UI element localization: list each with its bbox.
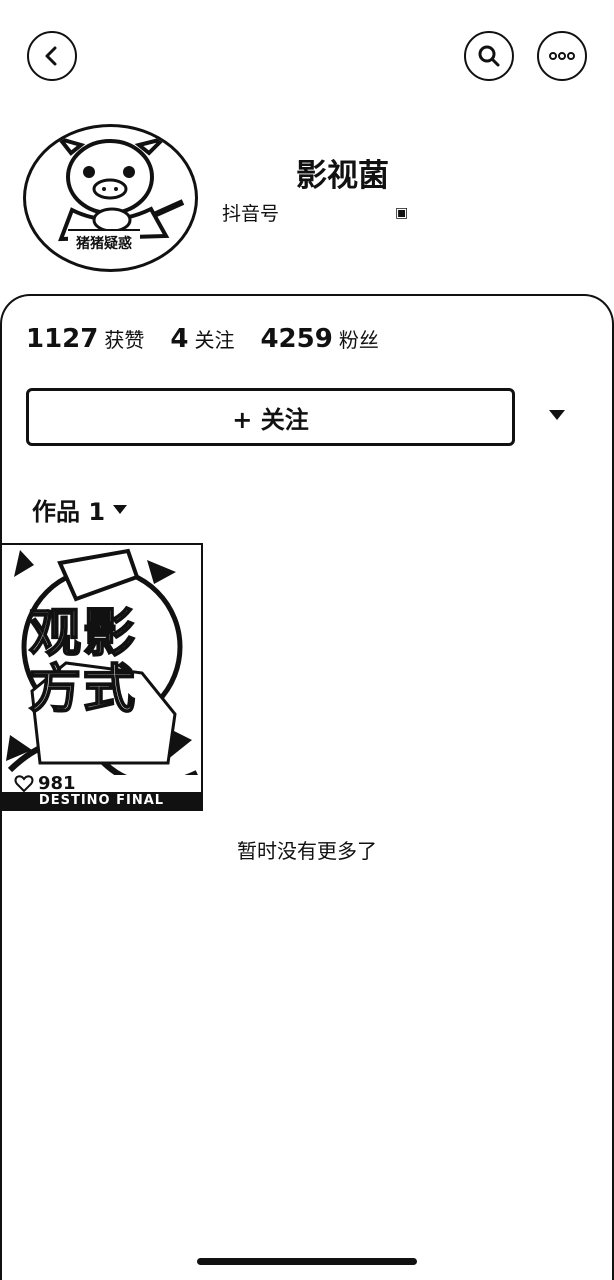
more-icon bbox=[549, 52, 575, 60]
dropdown-caret-icon[interactable] bbox=[549, 410, 565, 420]
more-button[interactable] bbox=[537, 31, 587, 81]
avatar[interactable]: 猪猪疑惑 bbox=[23, 124, 198, 272]
following-count: 4 bbox=[170, 324, 189, 354]
works-tab-label: 作品 1 bbox=[32, 498, 106, 526]
caret-down-icon bbox=[113, 505, 128, 514]
avatar-badge: 猪猪疑惑 bbox=[68, 229, 140, 255]
likes-label: 获赞 bbox=[104, 328, 145, 352]
stat-following[interactable]: 4 关注 bbox=[170, 324, 234, 354]
douyin-id-label: 抖音号 bbox=[222, 203, 280, 225]
profile-name: 影视菌 bbox=[296, 158, 389, 194]
stats-row: 1127 获赞 4 关注 4259 粉丝 bbox=[26, 324, 379, 354]
end-message: 暂时没有更多了 bbox=[237, 839, 377, 863]
following-label: 关注 bbox=[194, 328, 235, 352]
back-button[interactable] bbox=[27, 31, 77, 81]
follow-button[interactable]: + 关注 bbox=[26, 388, 515, 446]
video-footer-text: DESTINO FINAL bbox=[0, 792, 203, 809]
works-tab[interactable]: 作品 1 bbox=[32, 492, 128, 527]
stat-followers[interactable]: 4259 粉丝 bbox=[260, 324, 378, 354]
search-icon bbox=[478, 45, 500, 67]
video-title-line1: 观影 bbox=[28, 604, 138, 664]
copy-icon[interactable]: ▣ bbox=[395, 205, 408, 221]
followers-label: 粉丝 bbox=[338, 328, 379, 352]
likes-count: 1127 bbox=[26, 324, 99, 354]
followers-count: 4259 bbox=[260, 324, 333, 354]
douyin-id-row: 抖音号 ▣ bbox=[222, 199, 408, 226]
video-likes: 981 bbox=[14, 773, 76, 794]
home-indicator[interactable] bbox=[197, 1258, 417, 1265]
video-thumbnail[interactable]: 观影 方式 bbox=[0, 543, 203, 811]
heart-icon bbox=[14, 774, 34, 792]
likes-value: 981 bbox=[38, 773, 76, 794]
stat-likes[interactable]: 1127 获赞 bbox=[26, 324, 144, 354]
redacted-douyin-id bbox=[287, 201, 388, 224]
search-button[interactable] bbox=[464, 31, 514, 81]
chevron-left-icon bbox=[45, 46, 57, 66]
video-title-line2: 方式 bbox=[28, 660, 138, 720]
